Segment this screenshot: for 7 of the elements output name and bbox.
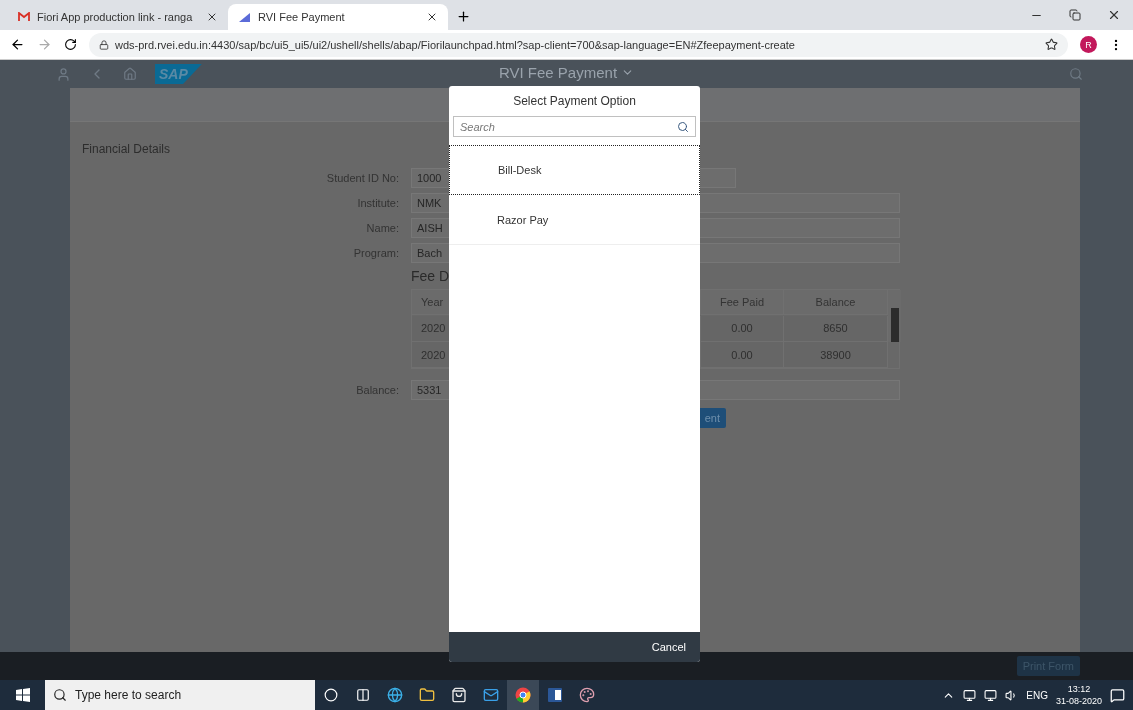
dialog-title: Select Payment Option bbox=[512, 93, 637, 110]
section-title: Financial Details bbox=[82, 142, 172, 156]
app-title: RVI Fee Payment bbox=[498, 64, 618, 81]
sap-logo: SAP bbox=[155, 64, 202, 84]
column-header: Fee Paid bbox=[701, 290, 784, 315]
section-heading: Fee D bbox=[411, 268, 451, 284]
column-header: Balance bbox=[784, 290, 888, 315]
